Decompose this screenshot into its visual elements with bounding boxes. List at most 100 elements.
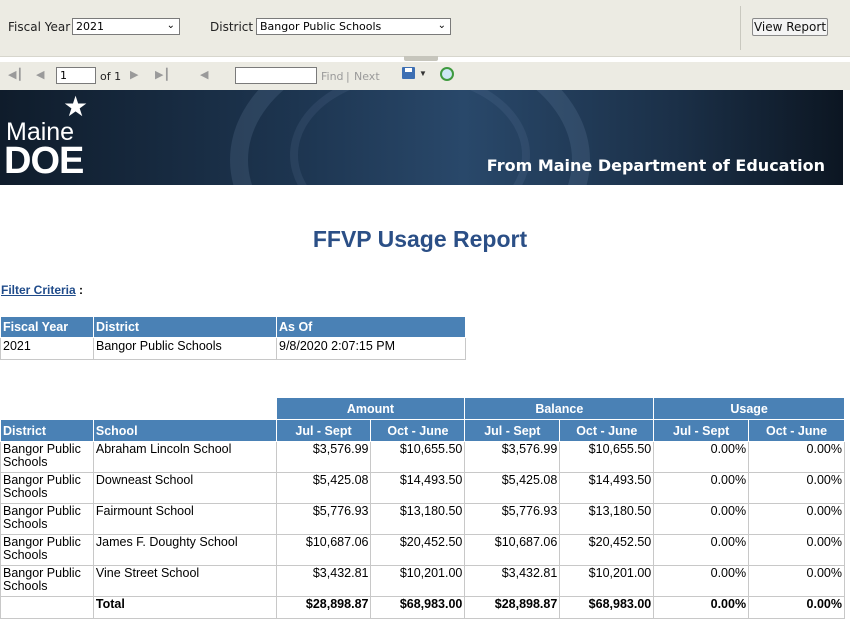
find-input[interactable] [235,67,317,84]
collapse-params-handle[interactable] [404,56,438,61]
chevron-down-icon: ⌄ [166,20,175,31]
fiscal-year-select[interactable]: 2021 ⌄ [72,18,180,35]
value-cell: 0.00% [653,472,750,504]
value-cell: 0.00% [653,534,750,566]
value-cell: 0.00% [653,565,750,597]
value-cell: 0.00% [748,503,845,535]
value-cell: $10,655.50 [559,441,655,473]
value-cell: 0.00% [653,441,750,473]
table-row: Bangor Public Schools James F. Doughty S… [0,534,845,566]
table-row: Bangor Public Schools Abraham Lincoln Sc… [0,441,845,473]
total-row: Total $28,898.87 $68,983.00 $28,898.87 $… [0,596,845,619]
export-save-icon[interactable] [402,67,415,79]
column-header: Oct - June [559,419,655,442]
fiscal-year-value: 2021 [76,20,104,33]
table-cell: 9/8/2020 2:07:15 PM [276,337,466,360]
value-cell: $3,576.99 [275,441,372,473]
value-cell: 0.00% [748,534,845,566]
total-value-cell: $28,898.87 [464,596,561,619]
district-label: District [210,20,254,34]
value-cell: $5,776.93 [464,503,561,535]
value-cell: $10,201.00 [559,565,655,597]
maine-doe-banner: ★ Maine DOE From Maine Department of Edu… [0,90,843,185]
value-cell: 0.00% [748,441,845,473]
column-header: Fiscal Year [0,316,94,338]
export-dropdown-icon[interactable]: ▼ [419,69,427,78]
logo-doe-text: DOE [4,140,84,182]
chevron-down-icon: ⌄ [437,20,446,31]
last-page-icon[interactable]: ▶┃ [155,68,170,81]
school-cell: James F. Doughty School [92,534,277,566]
page-number-input[interactable]: 1 [56,67,96,84]
filter-criteria-table: Fiscal Year District As Of 2021 Bangor P… [0,316,466,360]
value-cell: $14,493.50 [370,472,466,504]
back-icon[interactable]: ◀ [200,68,208,81]
district-value: Bangor Public Schools [260,20,382,33]
total-value-cell: $68,983.00 [370,596,466,619]
fiscal-year-label: Fiscal Year [8,20,71,34]
total-value-cell: 0.00% [748,596,845,619]
value-cell: $10,201.00 [370,565,466,597]
value-cell: $3,576.99 [464,441,561,473]
value-cell: 0.00% [653,503,750,535]
total-value-cell: 0.00% [653,596,750,619]
value-cell: $10,687.06 [464,534,561,566]
district-cell: Bangor Public Schools [0,441,94,473]
district-cell: Bangor Public Schools [0,503,94,535]
refresh-icon[interactable] [440,67,454,81]
value-cell: $20,452.50 [559,534,655,566]
column-header: As Of [276,316,466,338]
value-cell: $5,425.08 [464,472,561,504]
table-row: Bangor Public Schools Vine Street School… [0,565,845,597]
previous-page-icon[interactable]: ◀ [36,68,44,81]
find-link[interactable]: Find [321,70,344,83]
value-cell: $10,687.06 [275,534,372,566]
column-header-school: School [92,419,277,442]
table-cell: 2021 [0,337,94,360]
filter-criteria-link[interactable]: Filter Criteria [1,283,76,297]
total-label: Total [92,596,277,619]
page-count: of 1 [100,70,122,83]
group-header-amount: Amount [275,397,466,420]
value-cell: $3,432.81 [464,565,561,597]
next-link[interactable]: Next [354,70,380,83]
value-cell: $5,425.08 [275,472,372,504]
value-cell: $13,180.50 [370,503,466,535]
school-cell: Fairmount School [92,503,277,535]
value-cell: $10,655.50 [370,441,466,473]
table-row: Bangor Public Schools Fairmount School $… [0,503,845,535]
value-cell: $3,432.81 [275,565,372,597]
table-cell: Bangor Public Schools [93,337,277,360]
total-value-cell: $28,898.87 [275,596,372,619]
school-cell: Abraham Lincoln School [92,441,277,473]
school-cell: Downeast School [92,472,277,504]
blank-header [0,397,277,420]
total-value-cell: $68,983.00 [559,596,655,619]
find-separator: | [346,70,350,83]
view-report-button[interactable]: View Report [752,18,828,36]
district-cell: Bangor Public Schools [0,565,94,597]
column-header: Oct - June [370,419,466,442]
district-cell: Bangor Public Schools [0,534,94,566]
district-select[interactable]: Bangor Public Schools ⌄ [256,18,451,35]
district-cell: Bangor Public Schools [0,472,94,504]
column-header-district: District [0,419,94,442]
usage-table: Amount Balance Usage District School Jul… [0,397,845,619]
first-page-icon[interactable]: ◀┃ [8,68,23,81]
school-cell: Vine Street School [92,565,277,597]
divider [740,6,741,50]
report-toolbar: ◀┃ ◀ 1 of 1 ▶ ▶┃ ◀ Find | Next ▼ [0,62,850,90]
next-page-icon[interactable]: ▶ [130,68,138,81]
banner-tagline: From Maine Department of Education [486,156,825,175]
column-header: Jul - Sept [464,419,561,442]
column-header: Jul - Sept [653,419,750,442]
group-header-usage: Usage [653,397,845,420]
value-cell: $5,776.93 [275,503,372,535]
filter-criteria-colon: : [79,283,83,297]
parameter-panel: Fiscal Year 2021 ⌄ District Bangor Publi… [0,0,850,57]
group-header-balance: Balance [464,397,655,420]
report-title: FFVP Usage Report [312,226,528,252]
district-cell [0,596,94,619]
value-cell: $20,452.50 [370,534,466,566]
value-cell: 0.00% [748,472,845,504]
